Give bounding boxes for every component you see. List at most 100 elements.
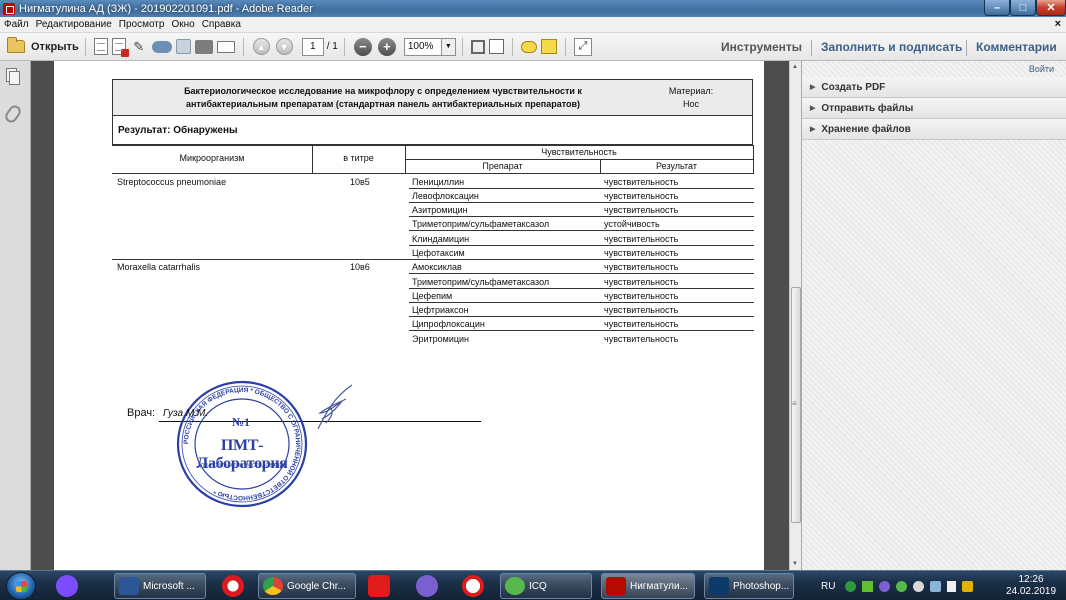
menu-view[interactable]: Просмотр (115, 19, 168, 30)
fit-width-icon[interactable] (470, 39, 485, 54)
yandex-browser-icon[interactable] (462, 575, 484, 597)
drug-name: Амоксиклав (412, 262, 462, 272)
zoom-in-icon[interactable]: + (377, 37, 396, 56)
table-row-line (409, 316, 754, 317)
viber-icon[interactable] (416, 575, 438, 597)
taskbar-icq-button[interactable]: ICQ (500, 573, 592, 599)
file-storage-item[interactable]: ▶ Хранение файлов (802, 119, 1066, 140)
menu-edit[interactable]: Редактирование (32, 19, 115, 30)
menu-file[interactable]: Файл (0, 19, 32, 30)
pdf-page: Бактериологическое исследование на микро… (54, 61, 764, 570)
comment-icon[interactable] (520, 40, 537, 53)
maximize-button[interactable]: □ (1010, 0, 1036, 16)
taskbar-word-label: Microsoft ... (143, 580, 195, 592)
organism-name: Moraxella catarrhalis (117, 262, 201, 272)
table-row-line (409, 259, 754, 260)
report-title-line-2: антибактериальным препаратам (стандартна… (185, 99, 581, 109)
clock[interactable]: 12:26 24.02.2019 (1000, 574, 1062, 598)
material-label: Материал: (668, 86, 714, 96)
taskbar-photoshop-label: Photoshop... (733, 580, 790, 592)
tools-panel: Войти ▶ Создать PDF ▶ Отправить файлы ▶ … (801, 61, 1066, 570)
prev-page-icon[interactable]: ▲ (252, 38, 270, 55)
download-icon[interactable] (862, 580, 874, 592)
attachments-icon[interactable] (2, 103, 24, 125)
expand-icon[interactable]: ⤢ (573, 37, 592, 56)
flag-icon[interactable] (962, 580, 974, 592)
signal-icon[interactable] (947, 580, 957, 592)
send-files-item[interactable]: ▶ Отправить файлы (802, 98, 1066, 119)
icq-icon (505, 577, 525, 595)
sign-icon[interactable]: ✎ (130, 38, 148, 56)
volume-icon[interactable] (913, 580, 925, 592)
scroll-down-icon[interactable]: ▼ (792, 561, 798, 567)
title-bar: Нигматулина АД (ЗЖ) - 201902201091.pdf -… (0, 0, 1066, 17)
language-indicator[interactable]: RU (821, 581, 835, 592)
upload-icon[interactable] (151, 40, 172, 53)
menu-bar: Файл Редактирование Просмотр Окно Справк… (0, 17, 1066, 33)
menu-window[interactable]: Окно (167, 19, 197, 30)
highlight-icon[interactable] (540, 39, 557, 54)
create-pdf-icon[interactable] (93, 38, 108, 55)
taskbar-reader-button[interactable]: Нигматули... (601, 573, 695, 599)
voice-assistant-icon[interactable] (56, 575, 78, 597)
taskbar-chrome-button[interactable]: Google Chr... (258, 573, 356, 599)
table-header-divider (753, 145, 754, 173)
document-scrollbar[interactable]: ▲ ≡ ▼ (789, 61, 801, 570)
fill-sign-tab[interactable]: Заполнить и подписать (821, 33, 962, 61)
create-pdf-item[interactable]: ▶ Создать PDF (802, 77, 1066, 98)
table-row-line (409, 188, 754, 189)
minimize-button[interactable]: – (984, 0, 1010, 16)
toolbar-separator (564, 37, 566, 56)
close-button[interactable]: ✕ (1036, 0, 1066, 16)
menu-help[interactable]: Справка (198, 19, 244, 30)
drug-result: чувствительность (604, 305, 679, 315)
comments-tab[interactable]: Комментарии (976, 33, 1057, 61)
table-header-top-line (112, 145, 754, 146)
organism-name: Streptococcus pneumoniae (117, 177, 227, 187)
drug-name: Триметоприм/сульфаметаксазол (412, 277, 550, 287)
drug-result: чувствительность (604, 205, 679, 215)
yandex-icon[interactable] (368, 575, 390, 597)
drug-name: Ципрофлоксацин (412, 319, 485, 329)
tools-tab[interactable]: Инструменты (721, 33, 802, 61)
tray-app-icon[interactable] (845, 580, 857, 592)
report-title: Бактериологическое исследование на микро… (133, 85, 633, 111)
next-page-icon[interactable]: ▼ (275, 38, 293, 55)
opera-icon[interactable] (222, 575, 244, 597)
network-icon[interactable] (930, 580, 942, 592)
icq-tray-icon[interactable] (896, 580, 908, 592)
taskbar-word-button[interactable]: Microsoft ... (114, 573, 206, 599)
drug-result: устойчивость (604, 219, 660, 229)
table-header-bottom-line (112, 173, 754, 174)
page-number-input[interactable]: 1 (301, 37, 324, 56)
menu-close-document-button[interactable]: × (1055, 18, 1061, 30)
fit-page-icon[interactable] (488, 39, 504, 54)
adobe-reader-icon (606, 577, 626, 595)
print-icon[interactable] (194, 39, 213, 54)
save-icon[interactable] (175, 39, 191, 54)
report-header: Бактериологическое исследование на микро… (112, 79, 753, 116)
drug-result: чувствительность (604, 191, 679, 201)
scroll-up-icon[interactable]: ▲ (792, 64, 798, 70)
zoom-dropdown-icon[interactable]: ▼ (441, 37, 456, 56)
page-thumbnails-icon[interactable] (9, 71, 20, 85)
edit-pdf-icon[interactable] (111, 38, 129, 57)
zoom-out-icon[interactable]: − (353, 37, 372, 56)
window-title: Нигматулина АД (ЗЖ) - 201902201091.pdf -… (19, 2, 313, 15)
login-link[interactable]: Войти (1029, 64, 1054, 74)
chrome-icon (263, 577, 283, 595)
start-button[interactable] (6, 572, 36, 600)
organism-titer: 10в5 (350, 177, 370, 187)
viber-tray-icon[interactable] (879, 580, 891, 592)
drug-result: чувствительность (604, 319, 679, 329)
navigation-panel (0, 61, 31, 570)
drug-result: чувствительность (604, 291, 679, 301)
document-view[interactable]: Бактериологическое исследование на микро… (31, 61, 789, 570)
material: Материал: Нос (651, 85, 731, 111)
taskbar-reader-label: Нигматули... (630, 580, 688, 592)
taskbar-photoshop-button[interactable]: Photoshop... (704, 573, 794, 599)
email-icon[interactable] (216, 40, 235, 53)
open-button[interactable]: Открыть (7, 37, 79, 53)
zoom-input[interactable]: 100% (403, 37, 442, 56)
drug-result: чувствительность (604, 234, 679, 244)
